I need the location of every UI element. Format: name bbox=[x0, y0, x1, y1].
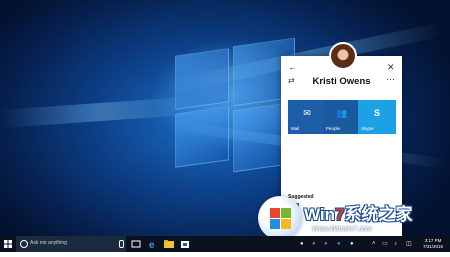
chevron-up-icon[interactable]: ˄ bbox=[372, 241, 376, 247]
search-placeholder: Ask me anything bbox=[30, 240, 67, 246]
avatar bbox=[329, 42, 357, 70]
tile-label: Skype bbox=[361, 126, 374, 131]
edge-browser-icon[interactable]: e bbox=[148, 239, 158, 249]
tile-label: Mail bbox=[291, 126, 300, 131]
people-icon: 👥 bbox=[336, 108, 348, 118]
contact-name: Kristi Owens bbox=[312, 76, 371, 87]
skype-tile[interactable]: S Skype bbox=[358, 100, 396, 134]
people-tile[interactable]: 👥 People bbox=[323, 100, 361, 134]
windows-logo-light bbox=[175, 37, 295, 180]
people-icon[interactable]: ● bbox=[337, 241, 341, 247]
contact-avatar-icon[interactable]: ● bbox=[324, 241, 328, 247]
taskbar: Ask me anything e ● ● ● ● ● ˄ ▭ ♪ ◫ 3:17… bbox=[0, 236, 450, 252]
system-clock[interactable]: 3:17 PM 7/31/2016 bbox=[420, 238, 446, 250]
volume-icon[interactable]: ♪ bbox=[394, 241, 397, 247]
contact-avatar-icon[interactable]: ● bbox=[312, 241, 316, 247]
windows7-logo-icon bbox=[258, 196, 302, 240]
task-view-icon[interactable] bbox=[131, 239, 141, 249]
tile-label: People bbox=[326, 126, 341, 131]
microphone-icon[interactable] bbox=[119, 240, 124, 248]
clock-date: 7/31/2016 bbox=[422, 244, 444, 249]
store-icon[interactable] bbox=[180, 239, 190, 249]
contact-avatar-icon[interactable]: ● bbox=[350, 241, 354, 247]
skype-icon: S bbox=[373, 108, 380, 118]
svg-text:e: e bbox=[149, 240, 155, 249]
watermark-url: Www.Winwin7.com bbox=[312, 226, 372, 233]
search-input[interactable]: Ask me anything bbox=[16, 236, 126, 252]
close-icon[interactable]: ✕ bbox=[387, 63, 395, 72]
mail-icon: ✉ bbox=[303, 108, 311, 118]
mail-tile[interactable]: ✉ Mail bbox=[288, 100, 326, 134]
start-button[interactable] bbox=[0, 236, 16, 252]
windows-start-icon bbox=[4, 240, 12, 248]
notification-icon[interactable]: ◫ bbox=[406, 241, 412, 247]
network-icon[interactable]: ▭ bbox=[382, 241, 388, 247]
cortana-icon bbox=[20, 240, 28, 248]
back-arrow-icon[interactable]: ← bbox=[288, 63, 297, 72]
watermark-title: Win7系统之家 bbox=[304, 205, 413, 224]
contact-avatar-icon[interactable]: ● bbox=[300, 241, 304, 247]
file-explorer-icon[interactable] bbox=[164, 239, 174, 249]
